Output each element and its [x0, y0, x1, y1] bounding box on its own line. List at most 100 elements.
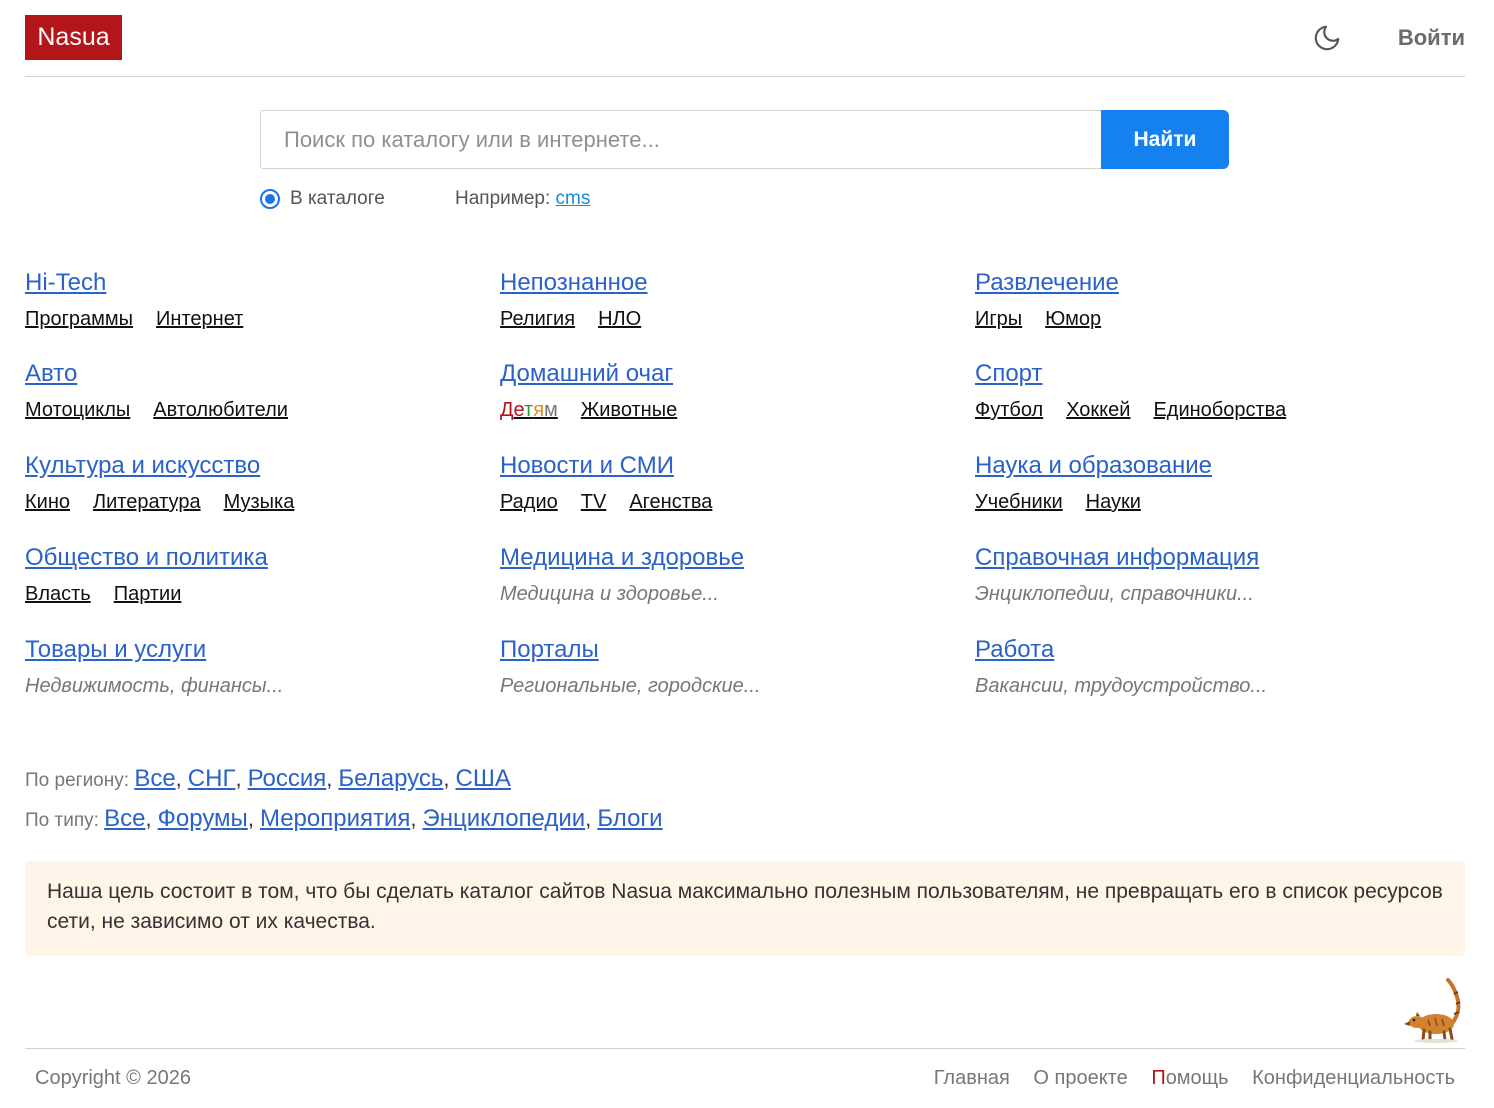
footer-link-privacy[interactable]: Конфиденциальность	[1252, 1067, 1455, 1089]
coati-mascot-icon	[1404, 978, 1464, 1044]
category-description: Медицина и здоровье...	[500, 581, 940, 607]
category-title[interactable]: Культура и искусство	[25, 451, 465, 481]
subcategory-link[interactable]: Интернет	[156, 308, 243, 330]
subcategory-link[interactable]: TV	[581, 491, 607, 513]
footer-link-home[interactable]: Главная	[934, 1067, 1010, 1089]
category-unknown: Непознанное Религия НЛО	[500, 268, 940, 332]
subcategory-link[interactable]: Науки	[1086, 491, 1141, 513]
site-footer: Copyright © 2026 Главная О проекте Помощ…	[25, 1048, 1465, 1108]
category-title[interactable]: Домашний очаг	[500, 359, 940, 389]
category-news: Новости и СМИ Радио TV Агенства	[500, 451, 940, 515]
category-culture: Культура и искусство Кино Литература Музык…	[25, 451, 465, 515]
subcategory-link[interactable]: Программы	[25, 308, 133, 330]
site-logo[interactable]: Nasua	[25, 15, 122, 60]
subcategory-link[interactable]: Хоккей	[1066, 399, 1130, 421]
type-link[interactable]: Все	[104, 805, 145, 832]
example-prefix: Например:	[455, 188, 551, 209]
footer-link-about[interactable]: О проекте	[1033, 1067, 1127, 1089]
login-link[interactable]: Войти	[1398, 23, 1465, 53]
subcategory-link[interactable]: Животные	[581, 399, 677, 421]
region-link[interactable]: Россия	[248, 765, 327, 792]
category-subs: Программы Интернет	[25, 306, 465, 332]
category-title[interactable]: Наука и образование	[975, 451, 1415, 481]
region-link[interactable]: Все	[134, 765, 175, 792]
region-filter: По региону: Все, СНГ, Россия, Беларусь, США	[25, 765, 511, 792]
category-title[interactable]: Общество и политика	[25, 543, 465, 573]
subcategory-link[interactable]: Кино	[25, 491, 70, 513]
copyright: Copyright © 2026	[35, 1067, 191, 1089]
subcategory-link[interactable]: Религия	[500, 308, 575, 330]
type-filter-label: По типу:	[25, 810, 99, 831]
category-description: Энциклопедии, справочники...	[975, 581, 1415, 607]
category-title[interactable]: Авто	[25, 359, 465, 389]
category-description: Недвижимость, финансы...	[25, 673, 465, 699]
category-reference: Справочная информация Энциклопедии, спра…	[975, 543, 1415, 607]
category-subs: Власть Партии	[25, 581, 465, 607]
category-subs: Футбол Хоккей Единоборства	[975, 397, 1415, 423]
type-link[interactable]: Мероприятия	[260, 805, 410, 832]
category-home: Домашний очаг Детям Животные	[500, 359, 940, 423]
subcategory-link[interactable]: Учебники	[975, 491, 1063, 513]
search-bar: Найти	[260, 110, 1230, 169]
region-link[interactable]: Беларусь	[338, 765, 443, 792]
category-title[interactable]: Справочная информация	[975, 543, 1415, 573]
subcategory-link[interactable]: Игры	[975, 308, 1022, 330]
subcategory-link[interactable]: Власть	[25, 583, 91, 605]
type-link[interactable]: Форумы	[158, 805, 248, 832]
catalog-radio[interactable]	[260, 189, 280, 209]
subcategory-link[interactable]: Футбол	[975, 399, 1043, 421]
search-input[interactable]	[260, 110, 1105, 169]
category-subs: Мотоциклы Автолюбители	[25, 397, 465, 423]
footer-nav: Главная О проекте Помощь Конфиденциально…	[916, 1067, 1455, 1090]
category-goods: Товары и услуги Недвижимость, финансы...	[25, 635, 465, 699]
subcategory-link[interactable]: НЛО	[598, 308, 641, 330]
site-header: Nasua Войти	[25, 15, 1465, 77]
type-link[interactable]: Блоги	[597, 805, 662, 832]
mission-statement: Наша цель состоит в том, что бы сделать …	[25, 861, 1465, 956]
subcategory-link[interactable]: Радио	[500, 491, 558, 513]
category-title[interactable]: Спорт	[975, 359, 1415, 389]
search-example: Например: cms	[455, 188, 590, 210]
category-title[interactable]: Порталы	[500, 635, 940, 665]
category-sport: Спорт Футбол Хоккей Единоборства	[975, 359, 1415, 423]
footer-link-help[interactable]: Помощь	[1151, 1067, 1228, 1089]
category-science: Наука и образование Учебники Науки	[975, 451, 1415, 515]
category-title[interactable]: Товары и услуги	[25, 635, 465, 665]
category-entertainment: Развлечение Игры Юмор	[975, 268, 1415, 332]
category-desc: Медицина и здоровье...	[500, 583, 719, 605]
category-title[interactable]: Hi-Tech	[25, 268, 465, 298]
category-desc: Недвижимость, финансы...	[25, 675, 284, 697]
type-link[interactable]: Энциклопедии	[423, 805, 586, 832]
moon-icon[interactable]	[1312, 23, 1342, 53]
category-hi-tech: Hi-Tech Программы Интернет	[25, 268, 465, 332]
category-description: Вакансии, трудоустройство...	[975, 673, 1415, 699]
category-description: Региональные, городские...	[500, 673, 940, 699]
subcategory-link-kids[interactable]: Детям	[500, 399, 558, 421]
subcategory-link[interactable]: Музыка	[224, 491, 295, 513]
region-link[interactable]: США	[456, 765, 511, 792]
example-link[interactable]: cms	[556, 188, 591, 209]
region-link[interactable]: СНГ	[188, 765, 236, 792]
subcategory-link[interactable]: Юмор	[1045, 308, 1101, 330]
category-subs: Радио TV Агенства	[500, 489, 940, 515]
category-subs: Игры Юмор	[975, 306, 1415, 332]
category-subs: Религия НЛО	[500, 306, 940, 332]
subcategory-link[interactable]: Агенства	[629, 491, 712, 513]
subcategory-link[interactable]: Единоборства	[1153, 399, 1286, 421]
subcategory-link[interactable]: Мотоциклы	[25, 399, 130, 421]
category-desc: Вакансии, трудоустройство...	[975, 675, 1268, 697]
subcategory-link[interactable]: Партии	[114, 583, 182, 605]
category-subs: Детям Животные	[500, 397, 940, 423]
category-title[interactable]: Работа	[975, 635, 1415, 665]
category-subs: Кино Литература Музыка	[25, 489, 465, 515]
category-title[interactable]: Новости и СМИ	[500, 451, 940, 481]
subcategory-link[interactable]: Литература	[93, 491, 201, 513]
category-desc: Энциклопедии, справочники...	[975, 583, 1254, 605]
category-title[interactable]: Развлечение	[975, 268, 1415, 298]
category-title[interactable]: Непознанное	[500, 268, 940, 298]
catalog-radio-label[interactable]: В каталоге	[290, 188, 385, 210]
category-title[interactable]: Медицина и здоровье	[500, 543, 940, 573]
search-button[interactable]: Найти	[1101, 110, 1229, 169]
filters: По региону: Все, СНГ, Россия, Беларусь, США …	[25, 764, 663, 844]
subcategory-link[interactable]: Автолюбители	[153, 399, 288, 421]
